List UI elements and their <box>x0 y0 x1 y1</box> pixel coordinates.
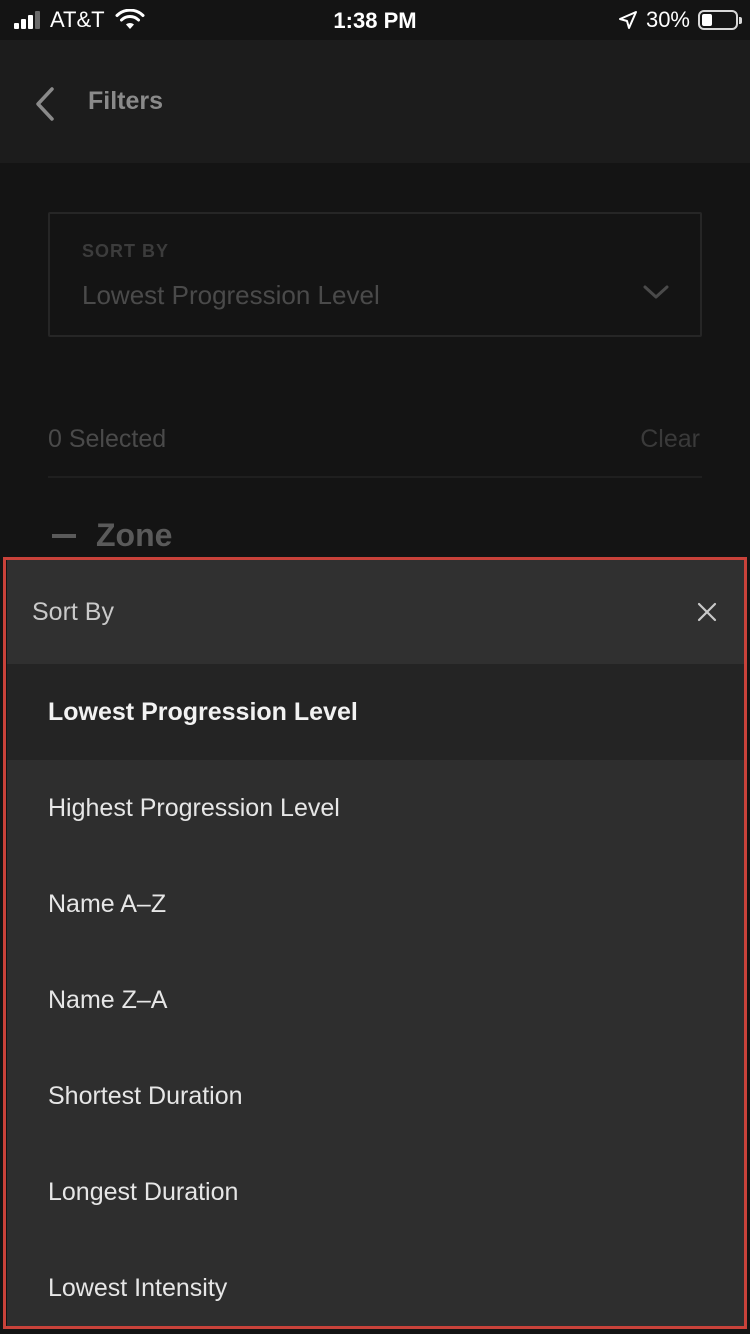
zone-section-label: Zone <box>96 517 173 553</box>
location-arrow-icon <box>618 11 637 29</box>
zone-section-toggle[interactable]: Zone <box>52 517 172 554</box>
sort-option[interactable]: Lowest Intensity <box>7 1240 745 1326</box>
battery-percent: 30% <box>645 7 690 32</box>
sort-by-select[interactable]: SORT BY Lowest Progression Level <box>48 212 702 337</box>
page-title: Filters <box>88 87 164 115</box>
selected-count: 0 Selected <box>48 425 167 453</box>
sort-by-select-value: Lowest Progression Level <box>82 280 380 310</box>
sort-by-sheet: Sort By Lowest Progression Level Highest… <box>7 560 745 1326</box>
battery-fill <box>702 14 712 26</box>
sheet-header: Sort By <box>7 560 745 664</box>
divider <box>48 476 702 478</box>
clear-button[interactable]: Clear <box>640 425 700 454</box>
chevron-down-icon <box>643 285 669 299</box>
app-header: Filters <box>0 40 750 163</box>
sheet-title: Sort By <box>32 598 114 626</box>
sort-option[interactable]: Highest Progression Level <box>7 760 745 856</box>
minus-icon <box>52 533 76 538</box>
sort-option[interactable]: Longest Duration <box>7 1144 745 1240</box>
back-chevron-icon[interactable] <box>30 84 60 124</box>
sort-option[interactable]: Lowest Progression Level <box>7 664 745 760</box>
sort-option[interactable]: Name A–Z <box>7 856 745 952</box>
sort-option[interactable]: Shortest Duration <box>7 1048 745 1144</box>
sort-by-select-label: SORT BY <box>82 241 170 261</box>
battery-icon <box>698 10 742 30</box>
close-icon[interactable] <box>697 602 717 622</box>
status-right: 30% <box>618 7 742 32</box>
sort-option[interactable]: Name Z–A <box>7 952 745 1048</box>
status-bar: AT&T 1:38 PM 30% <box>0 0 750 40</box>
